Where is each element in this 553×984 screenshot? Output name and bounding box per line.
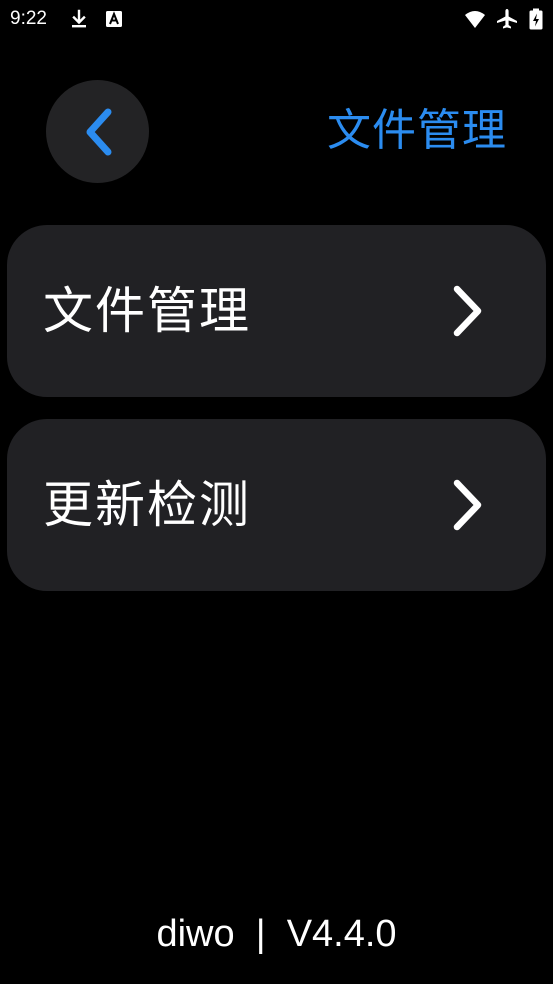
- menu-item-label: 文件管理: [43, 282, 251, 340]
- battery-charging-icon: [529, 8, 543, 30]
- status-time: 9:22: [10, 8, 47, 29]
- chevron-left-icon: [86, 108, 111, 155]
- status-bar: 9:22: [0, 0, 553, 38]
- chevron-right-icon: [453, 479, 482, 531]
- chevron-right-icon: [453, 285, 482, 337]
- download-icon: [72, 9, 86, 28]
- page-title: 文件管理: [327, 105, 507, 156]
- menu-item-label: 更新检测: [43, 476, 251, 534]
- wifi-icon: [465, 11, 485, 28]
- back-button[interactable]: [46, 80, 149, 183]
- a-notification-icon: [106, 11, 122, 27]
- airplane-icon: [497, 9, 517, 29]
- menu-item-file-management[interactable]: 文件管理: [7, 225, 546, 397]
- menu-item-update-check[interactable]: 更新检测: [7, 419, 546, 591]
- app-version-footer: diwo | V4.4.0: [156, 913, 397, 955]
